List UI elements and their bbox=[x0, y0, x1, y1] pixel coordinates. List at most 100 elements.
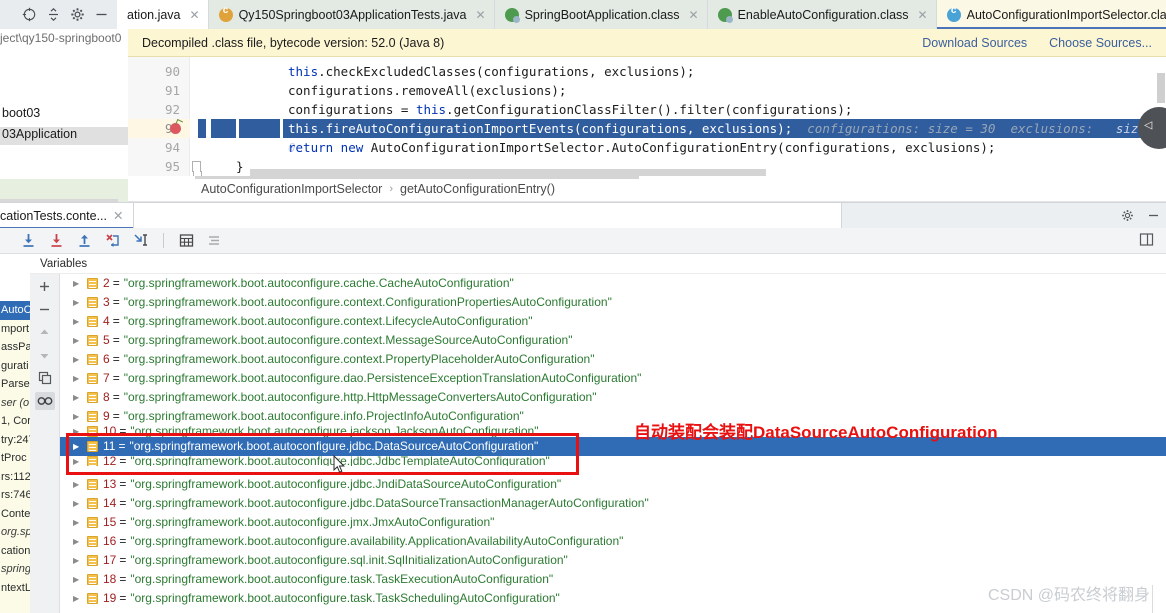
close-icon[interactable]: ✕ bbox=[476, 8, 486, 22]
choose-sources-link[interactable]: Choose Sources... bbox=[1049, 36, 1152, 50]
expand-arrow-icon[interactable]: ▶ bbox=[73, 407, 87, 426]
list-item[interactable]: ▶ 3 = "org.springframework.boot.autoconf… bbox=[60, 293, 1166, 312]
tab-autoconfigurationimportselector-class[interactable]: AutoConfigurationImportSelector.class ✕ bbox=[936, 0, 1166, 29]
debug-session-tab[interactable]: cationTests.conte... ✕ bbox=[0, 202, 134, 229]
expand-arrow-icon[interactable]: ▶ bbox=[73, 369, 87, 388]
frame-item[interactable]: rs:746 bbox=[0, 486, 30, 505]
project-node-boot03[interactable]: boot03 bbox=[2, 106, 40, 120]
tab-enableautoconfiguration-class[interactable]: EnableAutoConfiguration.class ✕ bbox=[707, 0, 937, 29]
force-step-into-icon[interactable] bbox=[104, 232, 121, 249]
code-line-92[interactable]: 92 configurations = this.getConfiguratio… bbox=[128, 100, 1166, 119]
variables-list[interactable]: ▶ 2 = "org.springframework.boot.autoconf… bbox=[60, 274, 1166, 613]
item-value: "org.springframework.boot.autoconfigure.… bbox=[130, 426, 539, 437]
layout-settings-icon[interactable] bbox=[1139, 232, 1154, 250]
mute-breakpoints-icon[interactable] bbox=[206, 232, 223, 249]
frame-item[interactable]: ntextL bbox=[0, 579, 30, 598]
list-item[interactable]: ▶ 16 = "org.springframework.boot.autocon… bbox=[60, 532, 1166, 551]
add-icon[interactable] bbox=[35, 277, 55, 295]
frame-item[interactable]: try:247 bbox=[0, 431, 30, 450]
minimize-icon[interactable] bbox=[1140, 209, 1166, 222]
frame-item[interactable]: 1, Cor bbox=[0, 412, 30, 431]
frame-item[interactable]: ser (o bbox=[0, 394, 30, 413]
frames-list[interactable]: AutoC mport assPar gurati Parser$ ser (o… bbox=[0, 274, 30, 613]
step-into-icon[interactable] bbox=[48, 232, 65, 249]
minimize-icon[interactable] bbox=[94, 7, 109, 22]
list-item[interactable]: ▶ 7 = "org.springframework.boot.autoconf… bbox=[60, 369, 1166, 388]
expand-arrow-icon[interactable]: ▶ bbox=[73, 494, 87, 513]
frame-item[interactable]: gurati bbox=[0, 357, 30, 376]
expand-arrow-icon[interactable]: ▶ bbox=[73, 589, 87, 608]
code-editor[interactable]: 90 this.checkExcludedClasses(configurati… bbox=[128, 57, 1166, 176]
tab-qy150springboot03applicationtests-java[interactable]: Qy150Springboot03ApplicationTests.java ✕ bbox=[208, 0, 495, 29]
list-item[interactable]: ▶ 4 = "org.springframework.boot.autoconf… bbox=[60, 312, 1166, 331]
gear-icon[interactable] bbox=[1114, 209, 1140, 222]
list-item[interactable]: ▶ 12 = "org.springframework.boot.autocon… bbox=[60, 456, 1166, 466]
remove-icon[interactable] bbox=[35, 300, 55, 318]
close-icon[interactable]: ✕ bbox=[113, 208, 123, 223]
list-item[interactable]: ▶ 8 = "org.springframework.boot.autoconf… bbox=[60, 388, 1166, 407]
expand-arrow-icon[interactable]: ▶ bbox=[73, 475, 87, 494]
frame-item[interactable]: assPar bbox=[0, 338, 30, 357]
evaluate-expression-icon[interactable] bbox=[178, 232, 195, 249]
target-icon[interactable] bbox=[22, 7, 37, 22]
list-item[interactable]: ▶ 5 = "org.springframework.boot.autoconf… bbox=[60, 331, 1166, 350]
move-down-icon[interactable] bbox=[35, 346, 55, 364]
close-icon[interactable]: ✕ bbox=[190, 8, 200, 22]
close-icon[interactable]: ✕ bbox=[689, 8, 699, 22]
breakpoint-icon[interactable] bbox=[170, 123, 181, 134]
expand-arrow-icon[interactable]: ▶ bbox=[73, 426, 87, 437]
list-item[interactable]: ▶ 14 = "org.springframework.boot.autocon… bbox=[60, 494, 1166, 513]
download-sources-link[interactable]: Download Sources bbox=[922, 36, 1027, 50]
list-item[interactable]: ▶ 13 = "org.springframework.boot.autocon… bbox=[60, 475, 1166, 494]
breadcrumb-method[interactable]: getAutoConfigurationEntry() bbox=[400, 182, 555, 196]
expand-arrow-icon[interactable]: ▶ bbox=[73, 437, 87, 456]
watches-icon[interactable] bbox=[34, 392, 55, 410]
expand-arrow-icon[interactable]: ▶ bbox=[73, 551, 87, 570]
expand-arrow-icon[interactable]: ▶ bbox=[73, 570, 87, 589]
expand-arrow-icon[interactable]: ▶ bbox=[73, 350, 87, 369]
breadcrumb[interactable]: AutoConfigurationImportSelector › getAut… bbox=[128, 176, 1166, 202]
list-item[interactable]: ▶ 9 = "org.springframework.boot.autoconf… bbox=[60, 407, 1166, 426]
frames-side-buttons bbox=[30, 274, 60, 613]
move-up-icon[interactable] bbox=[35, 323, 55, 341]
tab-ation-java[interactable]: ation.java ✕ bbox=[117, 0, 209, 29]
frame-item[interactable]: mport bbox=[0, 320, 30, 339]
expand-arrow-icon[interactable]: ▶ bbox=[73, 331, 87, 350]
list-item[interactable]: ▶ 17 = "org.springframework.boot.autocon… bbox=[60, 551, 1166, 570]
expand-arrow-icon[interactable]: ▶ bbox=[73, 274, 87, 293]
code-fold-marker-icon[interactable] bbox=[192, 161, 202, 176]
expand-arrow-icon[interactable]: ▶ bbox=[73, 312, 87, 331]
list-item-selected[interactable]: ▶ 11 = "org.springframework.boot.autocon… bbox=[60, 437, 1166, 456]
expand-arrow-icon[interactable]: ▶ bbox=[73, 513, 87, 532]
list-item[interactable]: ▶ 10 = "org.springframework.boot.autocon… bbox=[60, 426, 1166, 437]
settings-gear-icon[interactable] bbox=[70, 7, 85, 22]
list-item[interactable]: ▶ 2 = "org.springframework.boot.autoconf… bbox=[60, 274, 1166, 293]
step-out-icon[interactable] bbox=[76, 232, 93, 249]
close-icon[interactable]: ✕ bbox=[918, 8, 928, 22]
expand-arrow-icon[interactable]: ▶ bbox=[73, 532, 87, 551]
breadcrumb-class[interactable]: AutoConfigurationImportSelector bbox=[201, 182, 382, 196]
frame-item[interactable]: AutoC bbox=[0, 301, 30, 320]
frame-item[interactable]: tProc bbox=[0, 449, 30, 468]
code-line-94[interactable]: 94 return new AutoConfigurationImportSel… bbox=[128, 138, 1166, 157]
code-line-90[interactable]: 90 this.checkExcludedClasses(configurati… bbox=[128, 62, 1166, 81]
tab-springbootapplication-class[interactable]: SpringBootApplication.class ✕ bbox=[494, 0, 708, 29]
code-line-91[interactable]: 91 configurations.removeAll(exclusions); bbox=[128, 81, 1166, 100]
list-item[interactable]: ▶ 6 = "org.springframework.boot.autoconf… bbox=[60, 350, 1166, 369]
collapse-icon[interactable] bbox=[46, 7, 61, 22]
frame-item[interactable]: org.sp bbox=[0, 523, 30, 542]
list-item[interactable]: ▶ 15 = "org.springframework.boot.autocon… bbox=[60, 513, 1166, 532]
copy-icon[interactable] bbox=[35, 369, 55, 387]
expand-arrow-icon[interactable]: ▶ bbox=[73, 293, 87, 312]
frame-item[interactable]: Conte bbox=[0, 505, 30, 524]
frame-item[interactable]: rs:112 bbox=[0, 468, 30, 487]
frame-item[interactable]: Parser$ bbox=[0, 375, 30, 394]
step-over-icon[interactable] bbox=[20, 232, 37, 249]
frame-item[interactable]: cation bbox=[0, 542, 30, 561]
frame-item[interactable]: spring bbox=[0, 560, 30, 579]
expand-arrow-icon[interactable]: ▶ bbox=[73, 388, 87, 407]
project-node-application[interactable]: 03Application bbox=[0, 127, 128, 145]
expand-arrow-icon[interactable]: ▶ bbox=[73, 456, 87, 466]
run-to-cursor-icon[interactable] bbox=[132, 232, 149, 249]
code-line-93-highlighted[interactable]: 93 this.fireAutoConfigurationImportEvent… bbox=[128, 119, 1166, 155]
